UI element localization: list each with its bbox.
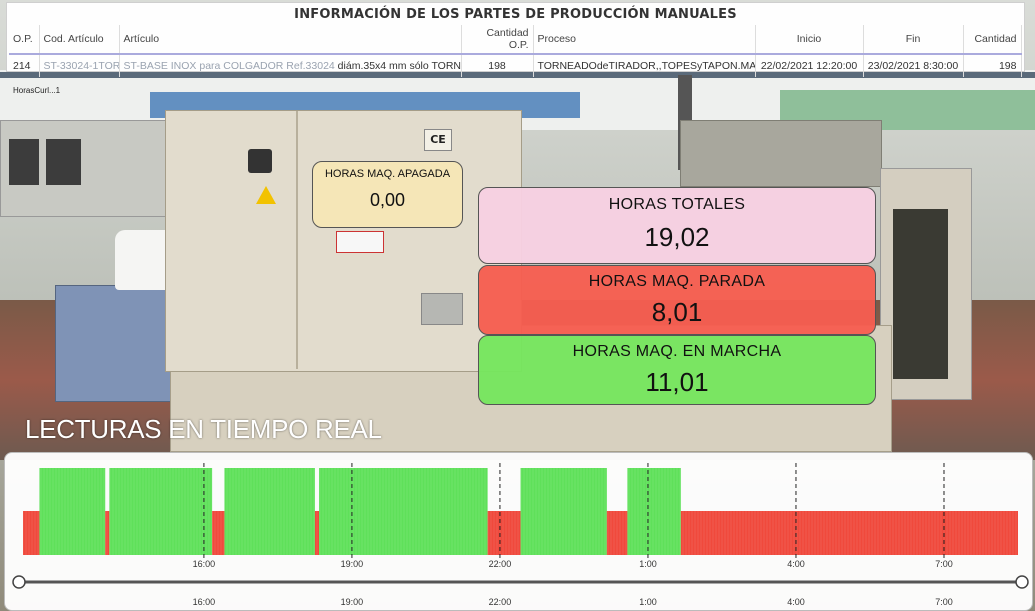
slider-start-handle[interactable]: [12, 575, 26, 589]
machine-tray: [680, 120, 882, 187]
stopped-bar: [680, 511, 1018, 555]
running-bar: [520, 468, 607, 555]
slider-tick-label: 22:00: [489, 597, 512, 607]
kpi-card-horas-marcha: HORAS MAQ. EN MARCHA 11,01: [478, 335, 876, 405]
column-header[interactable]: Inicio: [755, 25, 864, 55]
kpi-card-horas-parada: HORAS MAQ. PARADA 8,01: [478, 265, 876, 335]
x-tick-label: 7:00: [935, 559, 953, 569]
switch-knob-icon: [248, 149, 272, 173]
kpi-label: HORAS TOTALES: [608, 196, 746, 213]
slider-tick-label: 19:00: [341, 597, 364, 607]
realtime-readings-chart-card: 16:00 19:00 22:00 1:00 4:00 7:00 16:00 19:00 22:…: [4, 452, 1033, 611]
stopped-bar: [487, 511, 521, 555]
production-parts-table-card: INFORMACIÓN DE LOS PARTES DE PRODUCCIÓN …: [6, 2, 1025, 77]
cell-cantidad-op: 198: [461, 54, 534, 77]
machine-window: [9, 139, 39, 185]
machine-opening: [893, 209, 948, 379]
cell-inicio: 22/02/2021 12:20:00: [755, 54, 864, 77]
warning-sticker: [336, 231, 384, 253]
ce-mark-icon: CE: [424, 129, 452, 151]
kpi-card-horas-totales: HORAS TOTALES 19,02: [478, 187, 876, 264]
kpi-label: HORAS MAQ. APAGADA: [324, 168, 451, 180]
electrical-cabinet: CE: [165, 110, 522, 372]
x-tick-label: 22:00: [489, 559, 512, 569]
kpi-label: HORAS MAQ. PARADA: [588, 273, 766, 290]
column-header[interactable]: O.P.: [9, 25, 40, 55]
cell-articulo-part: ST-BASE INOX para COLGADOR Ref.33024: [123, 60, 335, 72]
slider-tick-label: 7:00: [935, 597, 953, 607]
realtime-readings-chart: 16:00 19:00 22:00 1:00 4:00 7:00 16:00 19:00 22:…: [12, 463, 1029, 607]
stopped-bar: [23, 511, 40, 555]
column-header[interactable]: Proceso: [533, 25, 756, 55]
name-plate: [421, 293, 463, 325]
kpi-value: 0,00: [369, 190, 406, 210]
machine-frame: [880, 168, 972, 400]
machine-window: [46, 139, 81, 185]
table-row[interactable]: 214 ST-33024-1TOR ST-BASE INOX para COLG…: [9, 54, 1022, 77]
slider-tick-label: 16:00: [193, 597, 216, 607]
slider-tick-label: 4:00: [787, 597, 805, 607]
running-bar: [224, 468, 315, 555]
cell-cantidad: 198: [963, 54, 1022, 77]
x-tick-label: 1:00: [639, 559, 657, 569]
cell-articulo: ST-BASE INOX para COLGADOR Ref.33024 diá…: [119, 54, 462, 77]
overlay-small-label: HorasCurl...1: [13, 86, 61, 95]
cabinet-door: [166, 111, 298, 369]
slider-tick-label: 1:00: [639, 597, 657, 607]
x-tick-label: 4:00: [787, 559, 805, 569]
column-header[interactable]: Artículo: [119, 25, 462, 55]
cell-fin: 23/02/2021 8:30:00: [863, 54, 964, 77]
table-title: INFORMACIÓN DE LOS PARTES DE PRODUCCIÓN …: [294, 7, 737, 22]
kpi-label: HORAS MAQ. EN MARCHA: [572, 343, 782, 360]
slider-end-handle[interactable]: [1015, 575, 1029, 589]
kpi-card-horas-apagada: HORAS MAQ. APAGADA 0,00: [312, 161, 463, 228]
cell-op: 214: [9, 54, 40, 77]
production-parts-table: O.P. Cod. Artículo Artículo Cantidad O.P…: [9, 25, 1022, 77]
running-bar: [627, 468, 681, 555]
kpi-value: 19,02: [644, 222, 710, 252]
cell-cod-articulo: ST-33024-1TOR: [39, 54, 120, 77]
running-bar: [319, 468, 488, 555]
kpi-value: 8,01: [651, 297, 703, 327]
table-header-row: O.P. Cod. Artículo Artículo Cantidad O.P…: [9, 25, 1022, 55]
x-tick-label: 19:00: [341, 559, 364, 569]
column-header[interactable]: Fin: [863, 25, 964, 55]
realtime-title: LECTURAS EN TIEMPO REAL: [25, 414, 382, 444]
cell-proceso: TORNEADOdeTIRADOR,,TOPESyTAPON.MAN.: [533, 54, 756, 77]
background-machine: [0, 120, 177, 217]
column-header[interactable]: Cantidad O.P.: [461, 25, 534, 55]
x-tick-label: 16:00: [193, 559, 216, 569]
column-header[interactable]: Cantidad: [963, 25, 1022, 55]
warning-triangle-icon: [256, 186, 276, 204]
running-bar: [39, 468, 106, 555]
kpi-value: 11,01: [645, 367, 709, 397]
column-header[interactable]: Cod. Artículo: [39, 25, 120, 55]
cell-articulo-part: diám.35x4 mm sólo TORNO: [334, 60, 461, 72]
